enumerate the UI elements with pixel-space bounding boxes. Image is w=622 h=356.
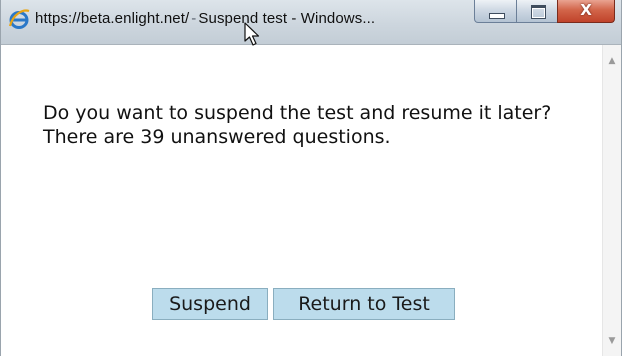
scroll-down-arrow-icon[interactable]: ▼ <box>603 333 621 350</box>
window-title: https://beta.enlight.net/- Suspend test -… <box>35 10 375 27</box>
window-controls: X <box>474 0 615 24</box>
minimize-button[interactable] <box>474 0 517 23</box>
window-title-text: Suspend test - Windows... <box>198 10 376 27</box>
return-to-test-button[interactable]: Return to Test <box>273 288 455 320</box>
mouse-pointer-icon <box>244 22 262 48</box>
maximize-icon <box>531 5 546 19</box>
suspend-button[interactable]: Suspend <box>152 288 268 320</box>
close-icon: X <box>580 1 592 19</box>
unanswered-count: There are 39 unanswered questions. <box>43 126 391 148</box>
close-button[interactable]: X <box>557 0 615 23</box>
internet-explorer-icon <box>8 8 30 30</box>
title-separator: - <box>191 10 197 27</box>
vertical-scrollbar[interactable]: ▲ ▼ <box>602 45 621 356</box>
popup-window: https://beta.enlight.net/- Suspend test -… <box>0 0 622 356</box>
scroll-up-arrow-icon[interactable]: ▲ <box>603 53 621 70</box>
suspend-question: Do you want to suspend the test and resu… <box>43 102 552 124</box>
dialog-message: Do you want to suspend the test and resu… <box>43 101 583 149</box>
minimize-icon <box>489 13 505 19</box>
window-url: https://beta.enlight.net/ <box>35 10 190 27</box>
maximize-button[interactable] <box>516 0 558 23</box>
title-bar[interactable]: https://beta.enlight.net/- Suspend test -… <box>1 0 621 48</box>
